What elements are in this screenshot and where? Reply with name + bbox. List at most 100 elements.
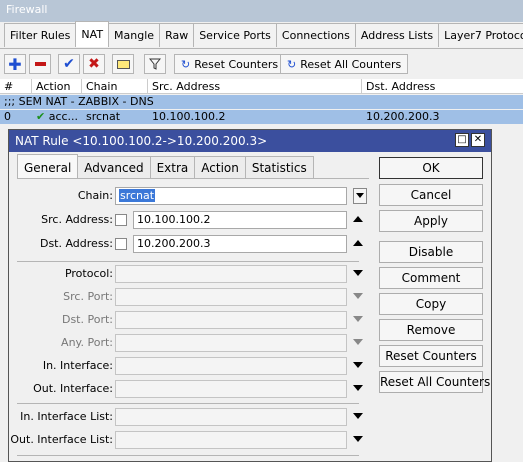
- maximize-button[interactable]: □: [455, 133, 469, 147]
- tab-layer7-protocols[interactable]: Layer7 Protocols: [438, 23, 523, 47]
- chain-dropdown-button[interactable]: [353, 188, 367, 204]
- src-address-field[interactable]: 10.100.100.2: [133, 211, 347, 229]
- src-port-row: Src. Port:: [17, 288, 369, 306]
- column-header-dst-address[interactable]: Dst. Address: [362, 79, 523, 93]
- divider: [17, 403, 359, 404]
- chain-row: Chain: srcnat: [17, 187, 369, 205]
- tab-mangle[interactable]: Mangle: [108, 23, 161, 47]
- row-src-address: 10.100.100.2: [152, 110, 226, 123]
- out-interface-field[interactable]: [115, 380, 347, 398]
- tab-advanced[interactable]: Advanced: [77, 156, 151, 178]
- src-address-negate-checkbox[interactable]: [115, 214, 127, 226]
- tab-action[interactable]: Action: [194, 156, 246, 178]
- row-action: ✔ acc...: [36, 110, 79, 123]
- tab-nat[interactable]: NAT: [75, 21, 110, 47]
- in-interface-row: In. Interface:: [17, 357, 369, 375]
- reset-all-counters-button[interactable]: ↻ Reset All Counters: [280, 54, 409, 74]
- expand-out-interface-icon[interactable]: [353, 385, 363, 391]
- protocol-field[interactable]: [115, 265, 347, 283]
- row-chain: srcnat: [86, 110, 121, 123]
- comment-button[interactable]: Comment: [379, 267, 483, 289]
- reset-icon: ↻: [181, 57, 191, 71]
- dialog-titlebar[interactable]: NAT Rule <10.100.100.2->10.200.200.3> □ …: [9, 130, 491, 152]
- comment-icon: [116, 59, 130, 69]
- toolbar: ✚ ✔ ✖ ↻ Reset Counters ↻ Reset All Count…: [0, 48, 523, 78]
- dialog-title: NAT Rule <10.100.100.2->10.200.200.3>: [15, 134, 268, 148]
- collapse-dst-address-icon[interactable]: [353, 240, 363, 246]
- tab-statistics[interactable]: Statistics: [244, 156, 314, 178]
- tab-general[interactable]: General: [17, 154, 79, 178]
- src-address-label: Src. Address:: [41, 213, 113, 226]
- add-button[interactable]: ✚: [4, 54, 26, 74]
- out-interface-row: Out. Interface:: [17, 380, 369, 398]
- minus-icon: [34, 62, 46, 66]
- close-button[interactable]: ✕: [471, 133, 485, 147]
- dialog-tabs: General Advanced Extra Action Statistics: [17, 154, 314, 178]
- list-header: # Action Chain Src. Address Dst. Address: [0, 79, 523, 94]
- disable-button[interactable]: ✖: [83, 54, 105, 74]
- any-port-row: Any. Port:: [17, 334, 369, 352]
- cancel-button[interactable]: Cancel: [379, 184, 483, 206]
- protocol-row: Protocol:: [17, 265, 369, 283]
- dst-address-label: Dst. Address:: [39, 237, 113, 250]
- table-row[interactable]: 0 ✔ acc... srcnat 10.100.100.2 10.200.20…: [0, 110, 523, 124]
- reset-counters-button[interactable]: Reset Counters: [379, 345, 483, 367]
- ok-button[interactable]: OK: [379, 157, 483, 179]
- dst-address-negate-checkbox[interactable]: [115, 238, 127, 250]
- apply-button[interactable]: Apply: [379, 210, 483, 232]
- any-port-field[interactable]: [115, 334, 347, 352]
- divider: [17, 455, 359, 456]
- expand-in-interface-icon[interactable]: [353, 362, 363, 368]
- divider: [17, 261, 359, 262]
- rule-comment-row[interactable]: ;;; SEM NAT - ZABBIX - DNS: [0, 95, 523, 109]
- out-interface-list-field[interactable]: [115, 431, 347, 449]
- column-header-action[interactable]: Action: [32, 79, 82, 93]
- enable-button[interactable]: ✔: [58, 54, 80, 74]
- copy-button[interactable]: Copy: [379, 293, 483, 315]
- expand-out-interface-list-icon[interactable]: [353, 436, 363, 442]
- expand-dst-port-icon[interactable]: [353, 316, 363, 322]
- reset-all-counters-button[interactable]: Reset All Counters: [379, 371, 490, 393]
- tab-filter-rules[interactable]: Filter Rules: [4, 23, 77, 47]
- chain-field[interactable]: srcnat: [115, 187, 347, 205]
- column-header-src-address[interactable]: Src. Address: [148, 79, 362, 93]
- in-interface-list-label: In. Interface List:: [20, 410, 113, 423]
- disable-button[interactable]: Disable: [379, 241, 483, 263]
- tab-extra[interactable]: Extra: [149, 156, 196, 178]
- row-dst-address: 10.200.200.3: [366, 110, 440, 123]
- check-icon: ✔: [63, 56, 75, 72]
- filter-icon: [149, 58, 161, 70]
- firewall-tabs: Filter Rules NAT Mangle Raw Service Port…: [4, 21, 523, 47]
- column-header-num[interactable]: #: [0, 79, 32, 93]
- any-port-label: Any. Port:: [61, 336, 113, 349]
- expand-protocol-icon[interactable]: [353, 270, 363, 276]
- expand-src-port-icon[interactable]: [353, 293, 363, 299]
- dst-address-field[interactable]: 10.200.200.3: [133, 235, 347, 253]
- in-interface-field[interactable]: [115, 357, 347, 375]
- src-port-label: Src. Port:: [63, 290, 113, 303]
- tab-raw[interactable]: Raw: [159, 23, 195, 47]
- tab-connections[interactable]: Connections: [275, 23, 356, 47]
- dst-port-label: Dst. Port:: [61, 313, 113, 326]
- src-port-field[interactable]: [115, 288, 347, 306]
- reset-icon: ↻: [287, 57, 297, 71]
- window-title: Firewall: [0, 0, 523, 22]
- comment-button[interactable]: [112, 54, 134, 74]
- collapse-src-address-icon[interactable]: [353, 216, 363, 222]
- remove-button[interactable]: Remove: [379, 319, 483, 341]
- tab-address-lists[interactable]: Address Lists: [354, 23, 440, 47]
- general-form: Chain: srcnat Src. Address: 10.100.100.2…: [10, 178, 369, 461]
- out-interface-list-row: Out. Interface List:: [10, 431, 369, 449]
- out-interface-list-label: Out. Interface List:: [10, 433, 113, 446]
- expand-in-interface-list-icon[interactable]: [353, 413, 363, 419]
- filter-button[interactable]: [144, 54, 166, 74]
- in-interface-list-field[interactable]: [115, 408, 347, 426]
- remove-button[interactable]: [29, 54, 51, 74]
- column-header-chain[interactable]: Chain: [82, 79, 148, 93]
- reset-counters-button[interactable]: ↻ Reset Counters: [174, 54, 286, 74]
- expand-any-port-icon[interactable]: [353, 339, 363, 345]
- nat-rule-dialog: NAT Rule <10.100.100.2->10.200.200.3> □ …: [8, 129, 492, 462]
- tab-service-ports[interactable]: Service Ports: [193, 23, 277, 47]
- chevron-down-icon: [356, 193, 364, 198]
- dst-port-field[interactable]: [115, 311, 347, 329]
